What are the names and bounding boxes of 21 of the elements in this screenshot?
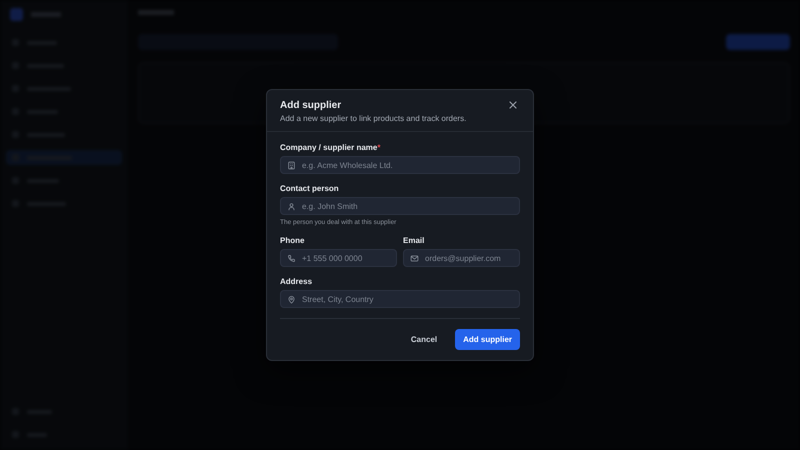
field-label: Address <box>280 277 312 286</box>
field-label: Company / supplier name* <box>280 143 380 152</box>
field-label: Email <box>403 236 424 245</box>
close-button[interactable] <box>507 99 519 111</box>
input-field[interactable]: +1 555 000 0000 <box>280 249 397 267</box>
building-icon <box>287 160 296 170</box>
dialog-subtitle: Add a new supplier to link products and track orders. <box>280 114 468 123</box>
field-label: Phone <box>280 236 304 245</box>
location-pin-icon <box>287 294 296 304</box>
input-field[interactable]: Street, City, Country <box>280 290 520 308</box>
input-field[interactable]: e.g. Acme Wholesale Ltd. <box>280 156 520 174</box>
submit-button[interactable]: Add supplier <box>455 329 520 350</box>
phone-icon <box>287 254 296 262</box>
input-field[interactable]: orders@supplier.com <box>403 249 520 267</box>
input-field[interactable]: e.g. John Smith <box>280 197 520 215</box>
field-label: Contact person <box>280 184 339 193</box>
close-icon <box>509 101 517 109</box>
person-icon <box>287 202 296 210</box>
dialog-title: Add supplier <box>280 100 342 111</box>
cancel-button[interactable]: Cancel <box>402 329 446 350</box>
mail-icon <box>410 254 419 262</box>
